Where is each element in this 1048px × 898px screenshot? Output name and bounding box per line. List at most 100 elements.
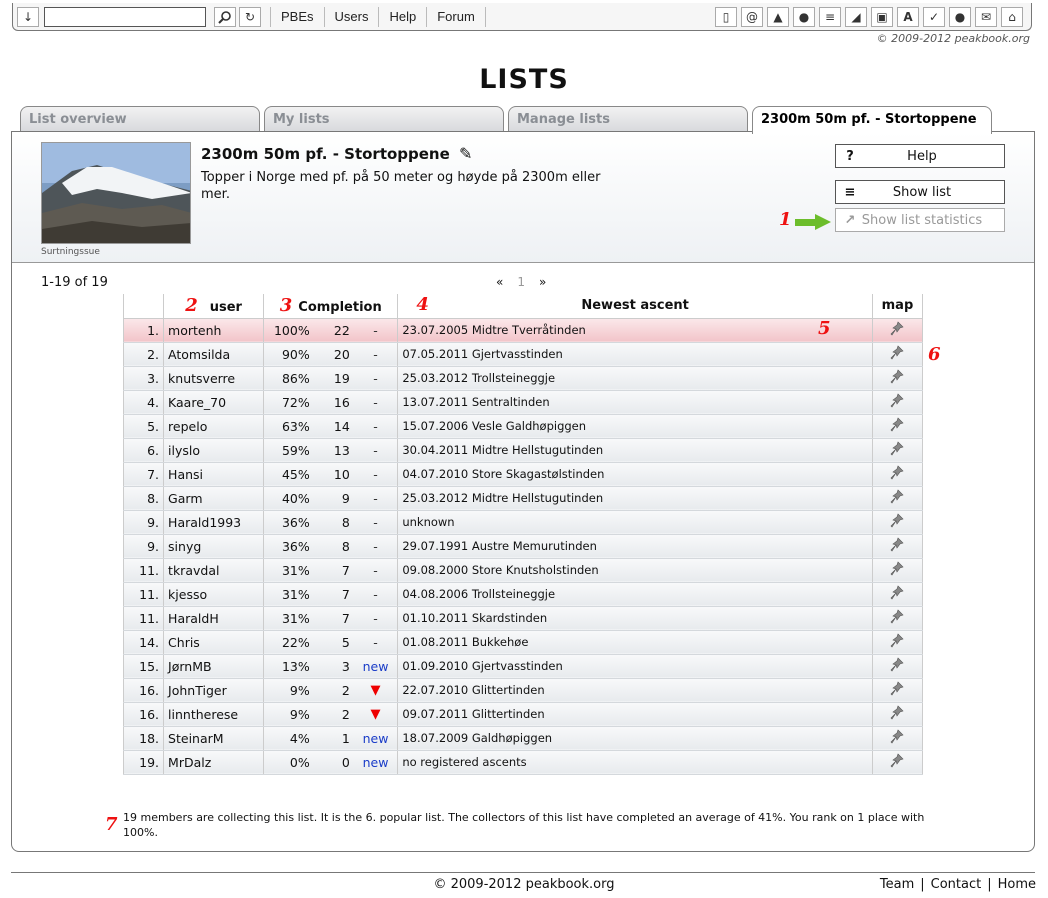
row-user-link[interactable]: mortenh xyxy=(163,318,264,343)
footer-link-contact[interactable]: Contact xyxy=(931,877,982,892)
row-newest-ascent[interactable]: no registered ascents xyxy=(397,750,873,775)
question-icon: ? xyxy=(846,148,854,164)
show-stats-button[interactable]: ↗ Show list statistics xyxy=(835,208,1005,232)
map-pin-icon[interactable] xyxy=(890,344,905,364)
row-user-link[interactable]: Chris xyxy=(163,630,264,655)
user-header[interactable]: 2 user xyxy=(163,294,264,319)
help-button[interactable]: ? Help xyxy=(835,144,1005,168)
row-newest-ascent[interactable]: 01.09.2010 Gjertvasstinden xyxy=(397,654,873,679)
map-pin-icon[interactable] xyxy=(890,632,905,652)
at-icon[interactable]: @ xyxy=(741,7,763,27)
footer-sep: | xyxy=(920,877,925,892)
map-pin-icon[interactable] xyxy=(890,512,905,532)
footer-link-home[interactable]: Home xyxy=(998,877,1036,892)
font-icon[interactable]: A xyxy=(897,7,919,27)
newest-header[interactable]: 4 Newest ascent xyxy=(397,294,873,319)
table-row: 4. Kaare_70 72% 16 - 13.07.2011 Sentraltinden xyxy=(122,390,924,415)
map-pin-icon[interactable] xyxy=(890,704,905,724)
search-icon[interactable] xyxy=(214,6,236,27)
completion-header[interactable]: 3 Completion xyxy=(263,294,398,319)
image-icon[interactable]: ▣ xyxy=(871,7,893,27)
row-newest-ascent[interactable]: 25.03.2012 Trollsteineggje xyxy=(397,366,873,391)
row-newest-ascent[interactable]: 22.07.2010 Glittertinden xyxy=(397,678,873,703)
map-pin-icon[interactable] xyxy=(890,368,905,388)
ball-icon[interactable]: ● xyxy=(949,7,971,27)
nav-forum[interactable]: Forum xyxy=(433,9,479,24)
map-pin-icon[interactable] xyxy=(890,416,905,436)
nav-pbes[interactable]: PBEs xyxy=(277,9,318,24)
tab-my-lists[interactable]: My lists xyxy=(264,106,504,132)
tab-current-list[interactable]: 2300m 50m pf. - Stortoppene xyxy=(752,106,992,134)
row-user-link[interactable]: Hansi xyxy=(163,462,264,487)
row-user-link[interactable]: Garm xyxy=(163,486,264,511)
row-user-link[interactable]: Atomsilda xyxy=(163,342,264,367)
row-user-link[interactable]: Harald1993 xyxy=(163,510,264,535)
map-pin-icon[interactable] xyxy=(890,320,905,340)
row-newest-ascent[interactable]: 18.07.2009 Galdhøpiggen xyxy=(397,726,873,751)
row-user-link[interactable]: tkravdal xyxy=(163,558,264,583)
row-user-link[interactable]: linntherese xyxy=(163,702,264,727)
mountain-icon[interactable]: ▲ xyxy=(767,7,789,27)
globe-icon[interactable]: ● xyxy=(793,7,815,27)
row-newest-ascent[interactable]: 09.07.2011 Glittertinden xyxy=(397,702,873,727)
table-row: 11. HaraldH 31% 7 - 01.10.2011 Skardstinden xyxy=(122,606,924,631)
row-user-link[interactable]: Kaare_70 xyxy=(163,390,264,415)
map-pin-icon[interactable] xyxy=(890,584,905,604)
row-user-link[interactable]: kjesso xyxy=(163,582,264,607)
map-pin-icon[interactable] xyxy=(890,488,905,508)
mail-icon[interactable]: ✉ xyxy=(975,7,997,27)
row-user-link[interactable]: JørnMB xyxy=(163,654,264,679)
pager-prev[interactable]: « xyxy=(496,275,503,289)
phone-icon[interactable]: ▯ xyxy=(715,7,737,27)
row-newest-ascent[interactable]: 01.08.2011 Bukkehøe xyxy=(397,630,873,655)
map-pin-icon[interactable] xyxy=(890,464,905,484)
row-newest-ascent[interactable]: 13.07.2011 Sentraltinden xyxy=(397,390,873,415)
pager-next[interactable]: » xyxy=(539,275,546,289)
refresh-icon[interactable]: ↻ xyxy=(239,6,261,27)
annotation-1: 1 xyxy=(779,209,792,230)
list-icon[interactable]: ≡ xyxy=(819,7,841,27)
row-user-link[interactable]: knutsverre xyxy=(163,366,264,391)
map-pin-icon[interactable] xyxy=(890,728,905,748)
row-user-link[interactable]: SteinarM xyxy=(163,726,264,751)
home-icon[interactable]: ⌂ xyxy=(1001,7,1023,27)
tab-manage-lists[interactable]: Manage lists xyxy=(508,106,748,132)
row-newest-ascent[interactable]: 04.07.2010 Store Skagastølstinden xyxy=(397,462,873,487)
row-newest-ascent[interactable]: 25.03.2012 Midtre Hellstugutinden xyxy=(397,486,873,511)
row-newest-ascent[interactable]: 09.08.2000 Store Knutsholstinden xyxy=(397,558,873,583)
map-pin-icon[interactable] xyxy=(890,680,905,700)
row-newest-ascent[interactable]: 01.10.2011 Skardstinden xyxy=(397,606,873,631)
row-user-link[interactable]: ilyslo xyxy=(163,438,264,463)
map-pin-icon[interactable] xyxy=(890,392,905,412)
nav-help[interactable]: Help xyxy=(385,9,420,24)
photo-caption: Surtningssue xyxy=(41,247,100,257)
footer-link-team[interactable]: Team xyxy=(880,877,914,892)
row-newest-ascent[interactable]: 23.07.2005 Midtre Tverråtinden xyxy=(397,318,873,343)
map-pin-icon[interactable] xyxy=(890,752,905,772)
show-list-button[interactable]: ≡ Show list xyxy=(835,180,1005,204)
row-newest-ascent[interactable]: 04.08.2006 Trollsteineggje xyxy=(397,582,873,607)
tab-list-overview[interactable]: List overview xyxy=(20,106,260,132)
pencil-icon[interactable]: ✎ xyxy=(459,144,472,163)
row-user-link[interactable]: JohnTiger xyxy=(163,678,264,703)
map-pin-icon[interactable] xyxy=(890,440,905,460)
pin-icon[interactable]: ✓ xyxy=(923,7,945,27)
row-user-link[interactable]: HaraldH xyxy=(163,606,264,631)
map-pin-icon[interactable] xyxy=(890,536,905,556)
row-newest-ascent[interactable]: 30.04.2011 Midtre Hellstugutinden xyxy=(397,438,873,463)
map-pin-icon[interactable] xyxy=(890,560,905,580)
download-icon[interactable]: ↓ xyxy=(17,6,39,27)
row-newest-ascent[interactable]: 29.07.1991 Austre Memurutinden xyxy=(397,534,873,559)
row-newest-ascent[interactable]: unknown xyxy=(397,510,873,535)
map-pin-icon[interactable] xyxy=(890,608,905,628)
row-user-link[interactable]: MrDalz xyxy=(163,750,264,775)
search-input[interactable] xyxy=(44,6,206,27)
table-row: 14. Chris 22% 5 - 01.08.2011 Bukkehøe xyxy=(122,630,924,655)
row-user-link[interactable]: repelo xyxy=(163,414,264,439)
row-user-link[interactable]: sinyg xyxy=(163,534,264,559)
map-pin-icon[interactable] xyxy=(890,656,905,676)
row-newest-ascent[interactable]: 07.05.2011 Gjertvasstinden xyxy=(397,342,873,367)
boot-icon[interactable]: ◢ xyxy=(845,7,867,27)
row-newest-ascent[interactable]: 15.07.2006 Vesle Galdhøpiggen xyxy=(397,414,873,439)
nav-users[interactable]: Users xyxy=(331,9,373,24)
